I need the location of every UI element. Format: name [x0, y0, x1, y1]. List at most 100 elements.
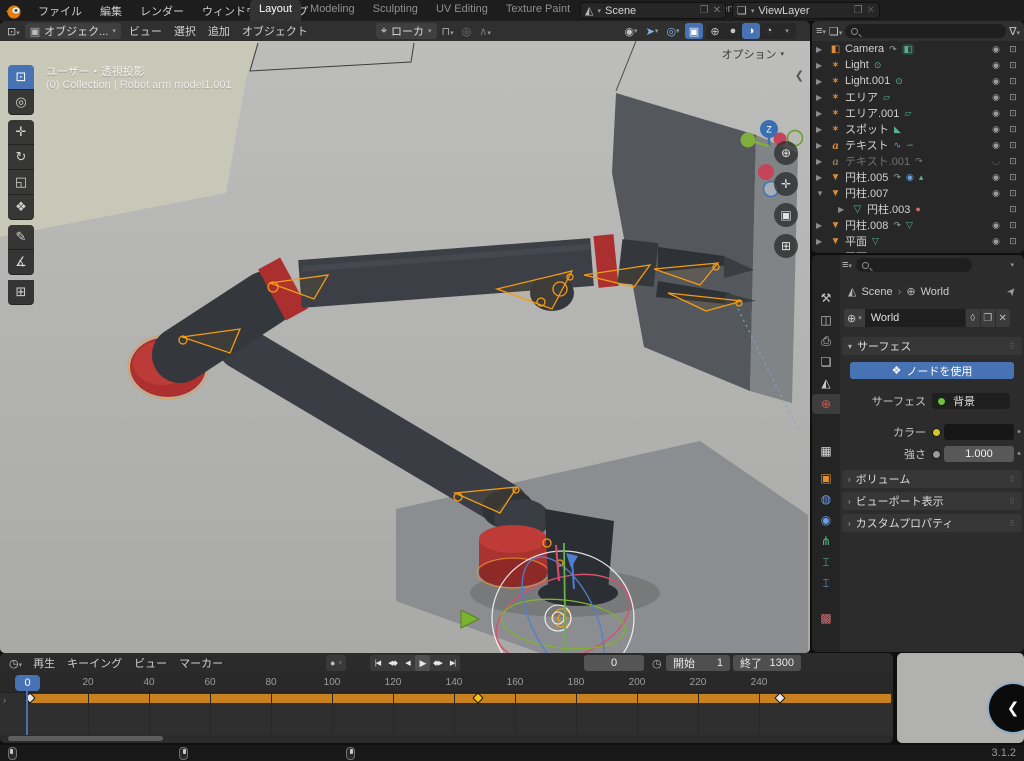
timeline-menu-item[interactable]: ビュー	[128, 653, 173, 673]
timeline-channels[interactable]	[0, 693, 893, 735]
panel-2[interactable]: ›ビューポート表示⠿	[842, 492, 1022, 510]
frame-end-field[interactable]: 終了1300	[733, 655, 801, 671]
render-visibility-icon[interactable]: ⊡	[1006, 92, 1020, 103]
outliner-item-label[interactable]: 円柱.007	[845, 185, 888, 201]
outliner-row[interactable]: ▼▼円柱.007◉⊡	[812, 185, 1024, 201]
scene-selector[interactable]: ◭▾ Scene ❐ ✕	[580, 2, 726, 19]
current-frame-field[interactable]: 0	[584, 655, 644, 671]
outliner-row[interactable]: ▶▼平面.001▽◉⊡	[812, 249, 1024, 253]
workspace-tab[interactable]: UV Editing	[427, 0, 497, 21]
shading-dropdown[interactable]: ▾	[778, 23, 796, 39]
tool-add-cube[interactable]: ⊞	[8, 280, 34, 305]
expander-icon[interactable]: ▶	[816, 253, 826, 254]
surface-shader-field[interactable]: 背景	[932, 393, 1010, 409]
outliner-row[interactable]: ▶✶エリア.001▱◉⊡	[812, 105, 1024, 121]
outliner-item-label[interactable]: スポット	[845, 121, 889, 137]
visibility-eye-icon[interactable]: ◉	[989, 188, 1003, 199]
copy-icon[interactable]: ❐	[700, 5, 709, 16]
3d-scene[interactable]: Z	[0, 41, 810, 653]
panel-3[interactable]: ›カスタムプロパティ⠿	[842, 514, 1022, 532]
visibility-eye-icon[interactable]: ◉	[989, 220, 1003, 231]
properties-tab-texture[interactable]: ▩	[812, 608, 840, 628]
outliner-row[interactable]: ▶◧Camera↷◧◉⊡	[812, 41, 1024, 57]
outliner-search-input[interactable]	[845, 24, 1006, 38]
editor-type-icon[interactable]: ⊡▾	[4, 25, 23, 38]
outliner-row[interactable]: ▶▼平面▽◉⊡	[812, 233, 1024, 249]
panel-1[interactable]: ›ボリューム⠿	[842, 470, 1022, 488]
mode-dropdown[interactable]: ▣ オブジェク...▾	[25, 23, 121, 39]
timeline-menu-item[interactable]: 再生	[27, 653, 61, 673]
pan-button[interactable]: ✛	[774, 172, 798, 196]
editor-type-icon[interactable]: ≡▾	[842, 259, 852, 271]
expander-icon[interactable]: ▶	[816, 93, 826, 102]
outliner-item-label[interactable]: 平面.001	[845, 249, 888, 253]
workspace-tab[interactable]: Layout	[250, 0, 301, 21]
tool-rotate[interactable]: ↻	[8, 145, 34, 170]
visibility-dropdown[interactable]: ◉▾	[622, 23, 640, 39]
jump-to-end-button[interactable]: ▶|	[445, 655, 460, 671]
filter-icon[interactable]: ∇▾	[1009, 25, 1020, 38]
outliner-row[interactable]: ▶✶Light.001⊙◉⊡	[812, 73, 1024, 89]
properties-tab-bone-constraint[interactable]: ⌶	[812, 573, 840, 593]
outliner-item-label[interactable]: テキスト.001	[845, 153, 910, 169]
close-icon[interactable]: ✕	[867, 5, 875, 16]
blender-logo-icon[interactable]	[6, 3, 22, 19]
timeline-menu-item[interactable]: キーイング	[61, 653, 128, 673]
expander-icon[interactable]: ▼	[816, 189, 826, 198]
expander-icon[interactable]: ▶	[816, 173, 826, 182]
viewport-menu-item[interactable]: 追加	[202, 21, 236, 41]
strength-slider[interactable]: 1.000	[944, 446, 1014, 462]
outliner-row[interactable]: ▶✶Light⊙◉⊡	[812, 57, 1024, 73]
scene-name[interactable]: Scene	[605, 5, 636, 17]
camera-view-button[interactable]: ▣	[774, 203, 798, 227]
visibility-eye-icon[interactable]: ◡	[989, 156, 1003, 167]
snap-dropdown[interactable]: ⊓▾	[439, 25, 457, 38]
outliner-item-label[interactable]: 平面	[845, 233, 867, 249]
properties-tab-bone[interactable]: ⌶	[812, 552, 840, 572]
render-visibility-icon[interactable]: ⊡	[1006, 188, 1020, 199]
properties-tab-active-tool[interactable]: ⚒	[812, 288, 840, 308]
outliner-row[interactable]: ▶▽円柱.003●⊡	[812, 201, 1024, 217]
expander-icon[interactable]: ▶	[816, 61, 826, 70]
toggle-orthographic-button[interactable]: ⊞	[774, 234, 798, 258]
gizmo-dropdown[interactable]: ➤▾	[643, 23, 661, 39]
transform-orientation-dropdown[interactable]: ⌖ ローカ▾	[376, 23, 437, 39]
jump-to-start-button[interactable]: |◀	[370, 655, 385, 671]
expander-icon[interactable]: ▶	[816, 45, 826, 54]
material-preview-icon[interactable]: ◑	[742, 23, 760, 39]
visibility-eye-icon[interactable]: ◉	[989, 172, 1003, 183]
pin-icon[interactable]: ➤	[1003, 284, 1019, 299]
sidebar-collapse-icon[interactable]: ❮	[795, 69, 804, 82]
render-visibility-icon[interactable]: ⊡	[1006, 220, 1020, 231]
outliner-item-label[interactable]: エリア.001	[845, 105, 899, 121]
expander-icon[interactable]: ▶	[816, 221, 826, 230]
properties-options-dropdown[interactable]: ▾	[1010, 261, 1014, 269]
properties-tab-view-layer[interactable]: ❏	[812, 352, 840, 372]
wireframe-shading-icon[interactable]: ⊕	[706, 23, 724, 39]
viewlayer-selector[interactable]: ❏▾ ViewLayer ❐ ✕	[732, 2, 880, 19]
outliner-display-mode-icon[interactable]: ≡▾	[816, 25, 826, 37]
properties-tab-render[interactable]: ◫	[812, 310, 840, 330]
xray-toggle[interactable]: ▣	[685, 23, 703, 39]
stopwatch-icon[interactable]: ◷	[652, 657, 662, 670]
outliner-item-label[interactable]: Light	[845, 59, 869, 71]
render-visibility-icon[interactable]: ⊡	[1006, 60, 1020, 71]
render-visibility-icon[interactable]: ⊡	[1006, 124, 1020, 135]
use-nodes-button[interactable]: ❖ノードを使用	[850, 362, 1014, 379]
topbar-menu-item[interactable]: レンダー	[132, 1, 192, 21]
render-visibility-icon[interactable]: ⊡	[1006, 156, 1020, 167]
properties-tab-object[interactable]: ▣	[812, 468, 840, 488]
breadcrumb-world[interactable]: World	[921, 286, 950, 298]
render-visibility-icon[interactable]: ⊡	[1006, 252, 1020, 254]
tool-cursor[interactable]: ◎	[8, 90, 34, 115]
jump-to-next-keyframe-button[interactable]: ◆▶	[430, 655, 445, 671]
visibility-eye-icon[interactable]: ◉	[989, 44, 1003, 55]
outliner-row[interactable]: ▶✶エリア▱◉⊡	[812, 89, 1024, 105]
overlays-dropdown[interactable]: ◎▾	[664, 23, 682, 39]
tool-measure[interactable]: ∡	[8, 250, 34, 275]
outliner-row[interactable]: ▶▼円柱.005↷◉▴◉⊡	[812, 169, 1024, 185]
outliner-item-label[interactable]: 円柱.008	[845, 217, 888, 233]
outliner-item-label[interactable]: 円柱.005	[845, 169, 888, 185]
tool-annotate[interactable]: ✎	[8, 225, 34, 250]
record-icon[interactable]: ●	[330, 658, 335, 668]
